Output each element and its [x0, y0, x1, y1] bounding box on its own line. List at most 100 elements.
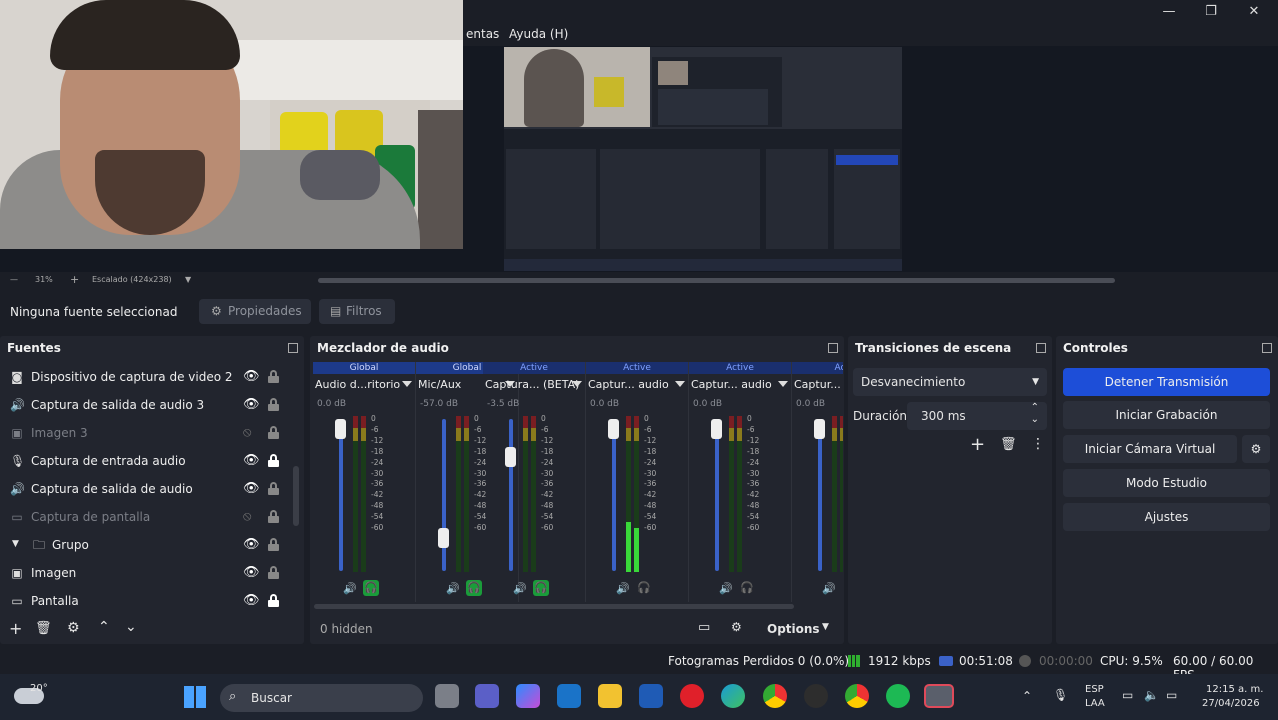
visibility-icon[interactable]: 👁 [243, 369, 260, 384]
preview-scrollbar[interactable] [318, 278, 1115, 283]
visibility-icon[interactable]: 👁 [243, 481, 260, 496]
increment-icon[interactable]: ⌃ [1031, 402, 1039, 413]
expand-group-icon[interactable]: ▼ [12, 539, 19, 549]
source-item[interactable]: ◙ Dispositivo de captura de video 2 👁 [0, 364, 295, 392]
source-item[interactable]: ▣ Imagen 3 ⦸ [0, 420, 295, 448]
microphone-tray-icon[interactable]: 🎙 [1053, 688, 1068, 702]
studio-mode-button[interactable]: Modo Estudio [1063, 469, 1270, 497]
hidden-icon[interactable]: ⦸ [243, 509, 251, 524]
visibility-icon[interactable]: 👁 [243, 453, 260, 468]
undock-icon[interactable] [1036, 343, 1046, 353]
options-dropdown-icon[interactable]: ▼ [822, 622, 829, 632]
copilot-icon[interactable] [516, 684, 540, 708]
channel-menu-icon[interactable] [675, 381, 685, 387]
task-view-icon[interactable] [435, 684, 459, 708]
speaker-icon[interactable]: 🔊 [719, 582, 733, 595]
minimize-button[interactable]: — [1154, 2, 1184, 22]
taskbar-search[interactable]: ⌕ Buscar [220, 684, 423, 712]
volume-icon[interactable]: 🔈 [1144, 688, 1159, 702]
visibility-icon[interactable]: 👁 [243, 593, 260, 608]
headphones-icon[interactable]: 🎧 [842, 580, 843, 596]
mixer-channel[interactable]: Active Captur... audio 0.0 dB 0 -6 -12 -18 -24-… [586, 362, 689, 602]
remove-source-icon[interactable]: 🗑 [35, 621, 52, 636]
lock-icon[interactable] [268, 510, 279, 523]
source-item[interactable]: ▣ Imagen 👁 [0, 560, 295, 588]
source-item[interactable]: ▭ Captura de pantalla ⦸ [0, 504, 295, 532]
duration-spinbox[interactable]: 300 ms ⌃ ⌄ [907, 402, 1047, 430]
mail-icon[interactable] [557, 684, 581, 708]
sources-scrollbar[interactable] [293, 466, 299, 526]
volume-fader[interactable] [612, 419, 616, 571]
add-transition-icon[interactable]: + [970, 434, 985, 455]
battery-icon[interactable]: ▭ [1166, 688, 1177, 702]
lock-icon[interactable] [268, 566, 279, 579]
volume-fader[interactable] [715, 419, 719, 571]
source-item[interactable]: 🔊 Captura de salida de audio 👁 [0, 476, 295, 504]
undock-icon[interactable] [288, 343, 298, 353]
speaker-icon[interactable]: 🔊 [343, 582, 357, 595]
undock-icon[interactable] [828, 343, 838, 353]
speaker-icon[interactable]: 🔊 [616, 582, 630, 595]
source-item[interactable]: ▭ Pantalla 👁 [0, 588, 295, 616]
language-ESP[interactable]: ESP [1085, 684, 1104, 695]
menu-item-help[interactable]: Ayuda (H) [509, 27, 568, 41]
teams-icon[interactable] [475, 684, 499, 708]
mixer-layout-icon[interactable]: ▭ [698, 620, 710, 635]
headphones-icon[interactable]: 🎧 [533, 580, 549, 596]
network-icon[interactable]: ▭ [1122, 688, 1133, 702]
obs-taskbar-icon[interactable] [804, 684, 828, 708]
volume-fader[interactable] [818, 419, 822, 571]
visibility-icon[interactable]: 👁 [243, 537, 260, 552]
lock-icon[interactable] [268, 482, 279, 495]
headphones-icon[interactable]: 🎧 [466, 580, 482, 596]
volume-fader[interactable] [509, 419, 513, 571]
source-settings-icon[interactable]: ⚙ [67, 620, 80, 636]
lock-icon[interactable] [268, 538, 279, 551]
properties-button[interactable]: ⚙ Propiedades [199, 299, 311, 324]
lock-icon[interactable] [268, 454, 279, 467]
mixer-channel[interactable]: ActiCaptur... u0.0 dB0-6-12-18-24-30-36-… [792, 362, 843, 602]
source-item[interactable]: ▼ 🗀 Grupo 👁 [0, 532, 295, 560]
headphones-icon[interactable]: 🎧 [636, 580, 652, 596]
chrome-icon[interactable] [763, 684, 787, 708]
speaker-icon[interactable]: 🔊 [446, 582, 460, 595]
edge-icon[interactable] [721, 684, 745, 708]
undock-icon[interactable] [1262, 343, 1272, 353]
channel-menu-icon[interactable] [402, 381, 412, 387]
virtual-camera-settings-icon[interactable]: ⚙ [1242, 435, 1270, 463]
zoom-out-icon[interactable]: — [10, 275, 18, 284]
mixer-scrollbar[interactable] [314, 604, 794, 609]
lock-icon[interactable] [268, 370, 279, 383]
zoom-in-icon[interactable]: + [70, 273, 79, 286]
preview-canvas[interactable] [504, 47, 902, 271]
mixer-channel[interactable]: Active Captur... audio 0.0 dB 0 -6 -12 -18 -24-… [689, 362, 792, 602]
source-item[interactable]: 🔊 Captura de salida de audio 3 👁 [0, 392, 295, 420]
remove-transition-icon[interactable]: 🗑 [1000, 437, 1017, 452]
close-button[interactable]: ✕ [1239, 2, 1269, 22]
chrome-profile-icon[interactable] [845, 684, 869, 708]
headphones-icon[interactable]: 🎧 [363, 580, 379, 596]
fader-handle[interactable] [608, 419, 619, 439]
windows-start-icon[interactable] [184, 686, 206, 708]
language-LAA[interactable]: LAA [1085, 698, 1105, 709]
clock-date[interactable]: 27/04/2026 [1202, 698, 1260, 709]
stop-stream-button[interactable]: Detener Transmisión [1063, 368, 1270, 396]
speaker-icon[interactable]: 🔊 [822, 582, 836, 595]
visibility-icon[interactable]: 👁 [243, 397, 260, 412]
filters-button[interactable]: ▤ Filtros [319, 299, 395, 324]
scale-dropdown-icon[interactable]: ▼ [185, 275, 191, 284]
options-button[interactable]: Options [767, 622, 820, 636]
volume-fader[interactable] [339, 419, 343, 571]
move-up-icon[interactable]: ⌃ [98, 619, 110, 635]
fader-handle[interactable] [711, 419, 722, 439]
channel-menu-icon[interactable] [778, 381, 788, 387]
word-icon[interactable] [639, 684, 663, 708]
fader-handle[interactable] [814, 419, 825, 439]
active-app-icon[interactable] [924, 684, 954, 708]
file-explorer-icon[interactable] [598, 684, 622, 708]
opera-icon[interactable] [680, 684, 704, 708]
fader-handle[interactable] [505, 447, 516, 467]
lock-icon[interactable] [268, 398, 279, 411]
mixer-channel[interactable]: Global Audio d...ritorio 0.0 dB 0 -6 -12 -18 -2… [313, 362, 416, 602]
fader-handle[interactable] [438, 528, 449, 549]
